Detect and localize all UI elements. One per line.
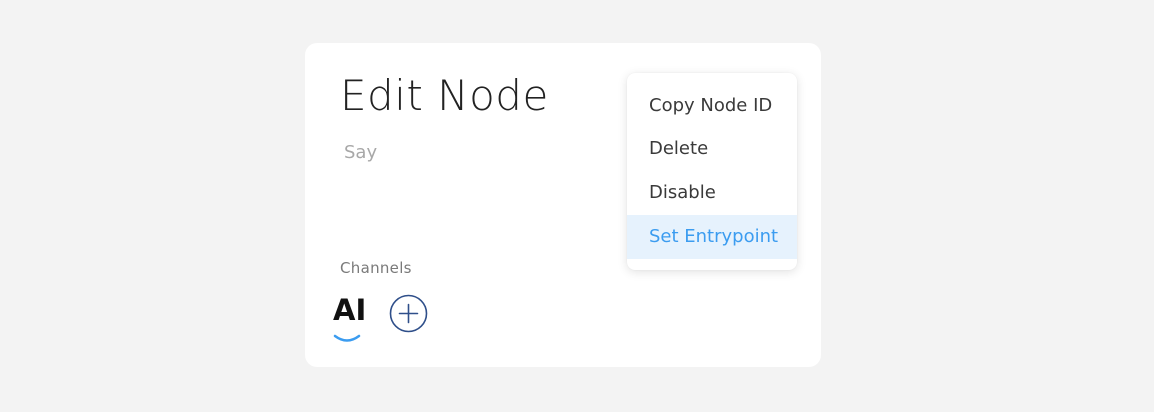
menu-item-copy-node-id[interactable]: Copy Node ID bbox=[627, 84, 797, 128]
menu-item-delete[interactable]: Delete bbox=[627, 127, 797, 171]
channel-ai-button[interactable]: AI bbox=[330, 290, 368, 346]
page-title: Edit Node bbox=[340, 71, 549, 120]
channel-ai-label: AI bbox=[333, 293, 366, 327]
menu-item-set-entrypoint[interactable]: Set Entrypoint bbox=[627, 215, 797, 259]
plus-circle-icon bbox=[389, 294, 428, 333]
menu-item-disable[interactable]: Disable bbox=[627, 171, 797, 215]
ai-logo-icon: AI bbox=[333, 293, 366, 342]
context-menu: Copy Node ID Delete Disable Set Entrypoi… bbox=[627, 73, 797, 270]
add-channel-button[interactable] bbox=[389, 294, 428, 333]
channels-label: Channels bbox=[340, 259, 412, 277]
say-input[interactable]: Say bbox=[344, 142, 377, 164]
